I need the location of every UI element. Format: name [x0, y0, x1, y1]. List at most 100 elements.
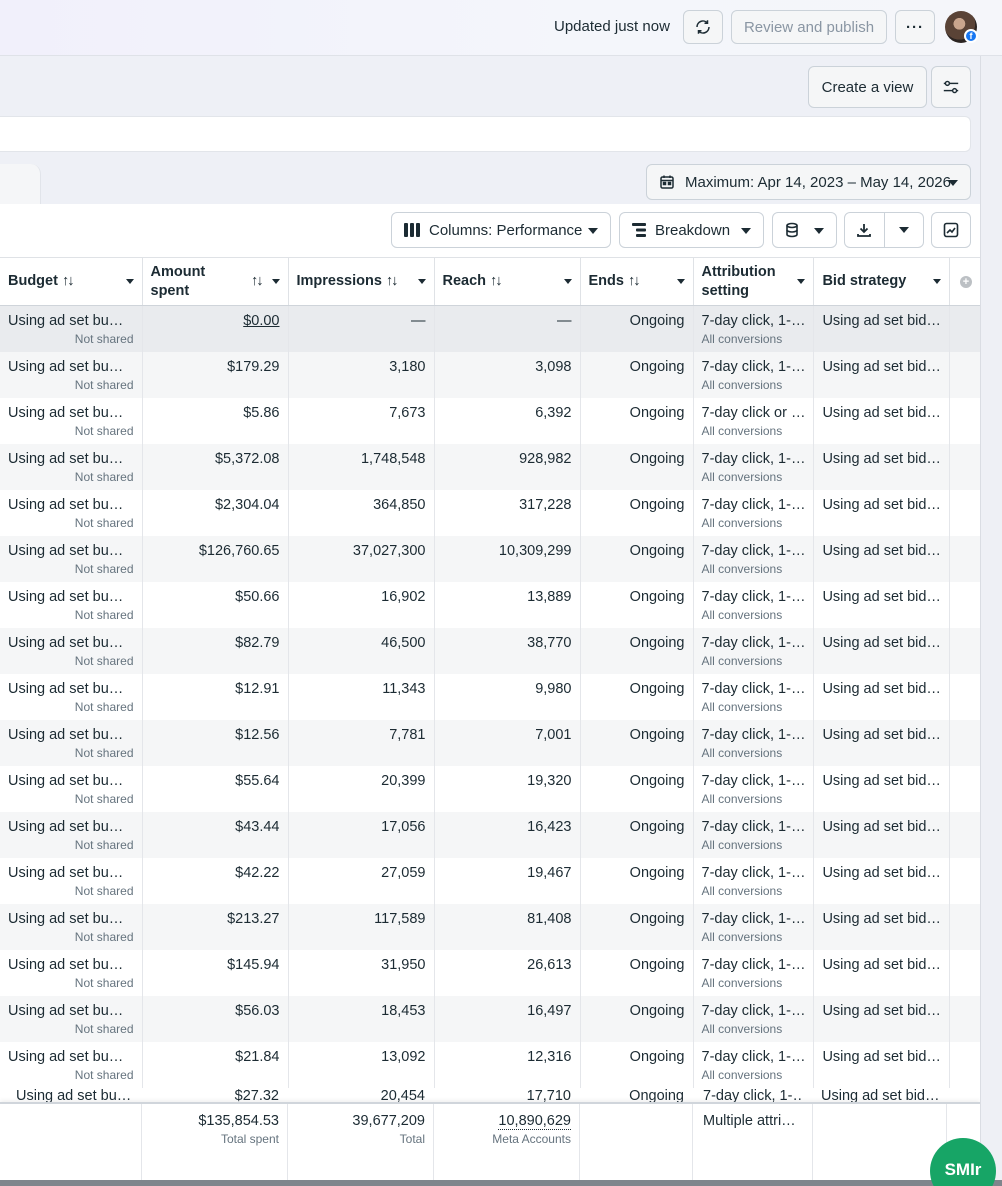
bottom-scrollbar[interactable]: [0, 1180, 1002, 1186]
bid-strategy-cell: Using ad set bid…: [813, 351, 950, 398]
total-reach-label: Meta Accounts: [492, 1132, 571, 1146]
more-options-button[interactable]: ···: [895, 10, 935, 44]
table-row[interactable]: Using ad set bu… Not shared $12.91 11,343 9,…: [0, 673, 983, 720]
amount-spent-value: $21.84: [235, 1048, 280, 1065]
attribution-type: All conversions: [701, 515, 783, 530]
table-row[interactable]: Using ad set bu… Not shared $21.84 13,092 12…: [0, 1041, 983, 1088]
table-row[interactable]: Using ad set bu… Not shared $5,372.08 1,748…: [0, 443, 983, 490]
impressions-cell: 117,589: [288, 903, 435, 950]
amount-spent-value: $56.03: [235, 1002, 280, 1019]
sort-icon[interactable]: ↑↓: [628, 273, 640, 289]
attribution-cell: 7-day click, 1-…: [703, 1088, 801, 1102]
column-header-attribution-setting[interactable]: Attribution setting: [693, 257, 815, 306]
column-header-reach[interactable]: Reach ↑↓: [434, 257, 581, 306]
charts-button[interactable]: [931, 212, 971, 248]
table-row[interactable]: Using ad set bu… Not shared $0.00 — — Ongoing…: [0, 305, 983, 352]
attribution-type: All conversions: [701, 1021, 783, 1036]
table-row[interactable]: Using ad set bu… Not shared $12.56 7,781 7,0…: [0, 719, 983, 766]
chevron-down-icon[interactable]: [676, 279, 685, 284]
table-row[interactable]: Using ad set bu… Not shared $145.94 31,950 2…: [0, 949, 983, 996]
tab-partial[interactable]: [0, 164, 41, 204]
bid-strategy-cell: Using ad set bid…: [813, 673, 950, 720]
budget-shared-status: Not shared: [74, 1067, 134, 1082]
column-header-budget[interactable]: Budget ↑↓: [0, 257, 143, 306]
table-row[interactable]: Using ad set bu… Not shared $43.44 17,056 16…: [0, 811, 983, 858]
budget-value: Using ad set bu…: [8, 313, 124, 329]
reach-cell: 17,710: [526, 1088, 571, 1102]
column-header-ends[interactable]: Ends ↑↓: [580, 257, 694, 306]
impressions-value: 27,059: [381, 864, 426, 881]
calendar-icon: [659, 174, 675, 190]
view-settings-button[interactable]: [931, 66, 971, 108]
table-row[interactable]: Using ad set bu… Not shared $55.64 20,399 19…: [0, 765, 983, 812]
impressions-cell: 364,850: [288, 489, 435, 536]
bid-strategy-value: Using ad set bid…: [822, 910, 941, 927]
table-row[interactable]: Using ad set bu… Not shared $42.22 27,059 19…: [0, 857, 983, 904]
budget-cell: Using ad set bu… Not shared: [0, 1041, 143, 1088]
reach-cell: 7,001: [434, 719, 581, 766]
table-row[interactable]: Using ad set bu… Not shared $50.66 16,902 13…: [0, 581, 983, 628]
compare-dropdown[interactable]: [772, 212, 837, 248]
chevron-down-icon[interactable]: [563, 279, 572, 284]
chevron-down-icon[interactable]: [932, 279, 941, 284]
column-header-amount-spent[interactable]: Amount spent ↑↓: [142, 257, 289, 306]
total-reach-value[interactable]: 10,890,629: [498, 1113, 571, 1130]
budget-shared-status: Not shared: [74, 377, 134, 392]
sort-icon[interactable]: ↑↓: [251, 272, 263, 291]
table-row-partial[interactable]: Using ad set bu… $27.32 20,454 17,710 On…: [0, 1088, 980, 1102]
reach-value: —: [557, 313, 572, 329]
row-spacer-cell: [949, 443, 983, 490]
bid-strategy-value: Using ad set bid…: [822, 1048, 941, 1065]
add-column-button[interactable]: +: [949, 257, 983, 306]
table-row[interactable]: Using ad set bu… Not shared $56.03 18,453 16…: [0, 995, 983, 1042]
table-row[interactable]: Using ad set bu… Not shared $82.79 46,500 38…: [0, 627, 983, 674]
ends-value: Ongoing: [629, 956, 685, 973]
export-options-dropdown[interactable]: [883, 213, 923, 247]
bid-strategy-value: Using ad set bid…: [822, 450, 941, 467]
attribution-type: All conversions: [701, 561, 783, 576]
budget-value: Using ad set bu…: [8, 956, 124, 973]
chevron-down-icon[interactable]: [417, 279, 426, 284]
amount-spent-value: $12.56: [235, 726, 280, 743]
vertical-scrollbar[interactable]: [980, 56, 1002, 1186]
date-range-picker[interactable]: Maximum: Apr 14, 2023 – May 14, 2026: [646, 164, 971, 200]
refresh-button[interactable]: [683, 10, 723, 44]
attribution-value: 7-day click, 1-…: [701, 680, 806, 697]
bid-strategy-cell: Using ad set bid…: [813, 903, 950, 950]
table-row[interactable]: Using ad set bu… Not shared $213.27 117,589…: [0, 903, 983, 950]
search-filter-bar[interactable]: [0, 116, 971, 152]
table-row[interactable]: Using ad set bu… Not shared $2,304.04 364,8…: [0, 489, 983, 536]
table-row[interactable]: Using ad set bu… Not shared $126,760.65 37,…: [0, 535, 983, 582]
ends-value: Ongoing: [629, 404, 685, 421]
chevron-down-icon[interactable]: [797, 279, 806, 284]
attribution-value: 7-day click, 1-…: [701, 496, 806, 513]
chevron-down-icon[interactable]: [271, 279, 280, 284]
breakdown-dropdown[interactable]: Breakdown: [619, 212, 764, 248]
reach-value: 928,982: [519, 450, 572, 467]
reach-cell: 3,098: [434, 351, 581, 398]
column-header-bid-strategy[interactable]: Bid strategy: [813, 257, 950, 306]
chevron-down-icon[interactable]: [125, 279, 134, 284]
review-and-publish-button[interactable]: Review and publish: [731, 10, 887, 44]
budget-cell: Using ad set bu… Not shared: [0, 351, 143, 398]
download-icon: [857, 224, 872, 237]
chevron-down-icon: [814, 228, 824, 234]
ends-value: Ongoing: [629, 864, 685, 881]
bid-strategy-value: Using ad set bid…: [822, 634, 941, 651]
budget-shared-status: Not shared: [74, 745, 134, 760]
sort-icon[interactable]: ↑↓: [386, 273, 398, 289]
attribution-cell: 7-day click, 1-… All conversions: [693, 765, 815, 812]
column-header-impressions[interactable]: Impressions ↑↓: [288, 257, 435, 306]
bid-strategy-value: Using ad set bid…: [822, 1002, 941, 1019]
ends-value: Ongoing: [629, 1048, 685, 1065]
sort-icon[interactable]: ↑↓: [62, 273, 74, 289]
amount-spent-link[interactable]: $0.00: [243, 313, 279, 329]
create-view-button[interactable]: Create a view: [808, 66, 927, 108]
amount-spent-value: $42.22: [235, 864, 280, 881]
table-row[interactable]: Using ad set bu… Not shared $179.29 3,180 3,…: [0, 351, 983, 398]
sort-icon[interactable]: ↑↓: [490, 273, 502, 289]
download-button[interactable]: [845, 213, 884, 247]
bid-strategy-value: Using ad set bid…: [822, 726, 941, 743]
columns-dropdown[interactable]: Columns: Performance: [391, 212, 611, 248]
table-row[interactable]: Using ad set bu… Not shared $5.86 7,673 6,39…: [0, 397, 983, 444]
